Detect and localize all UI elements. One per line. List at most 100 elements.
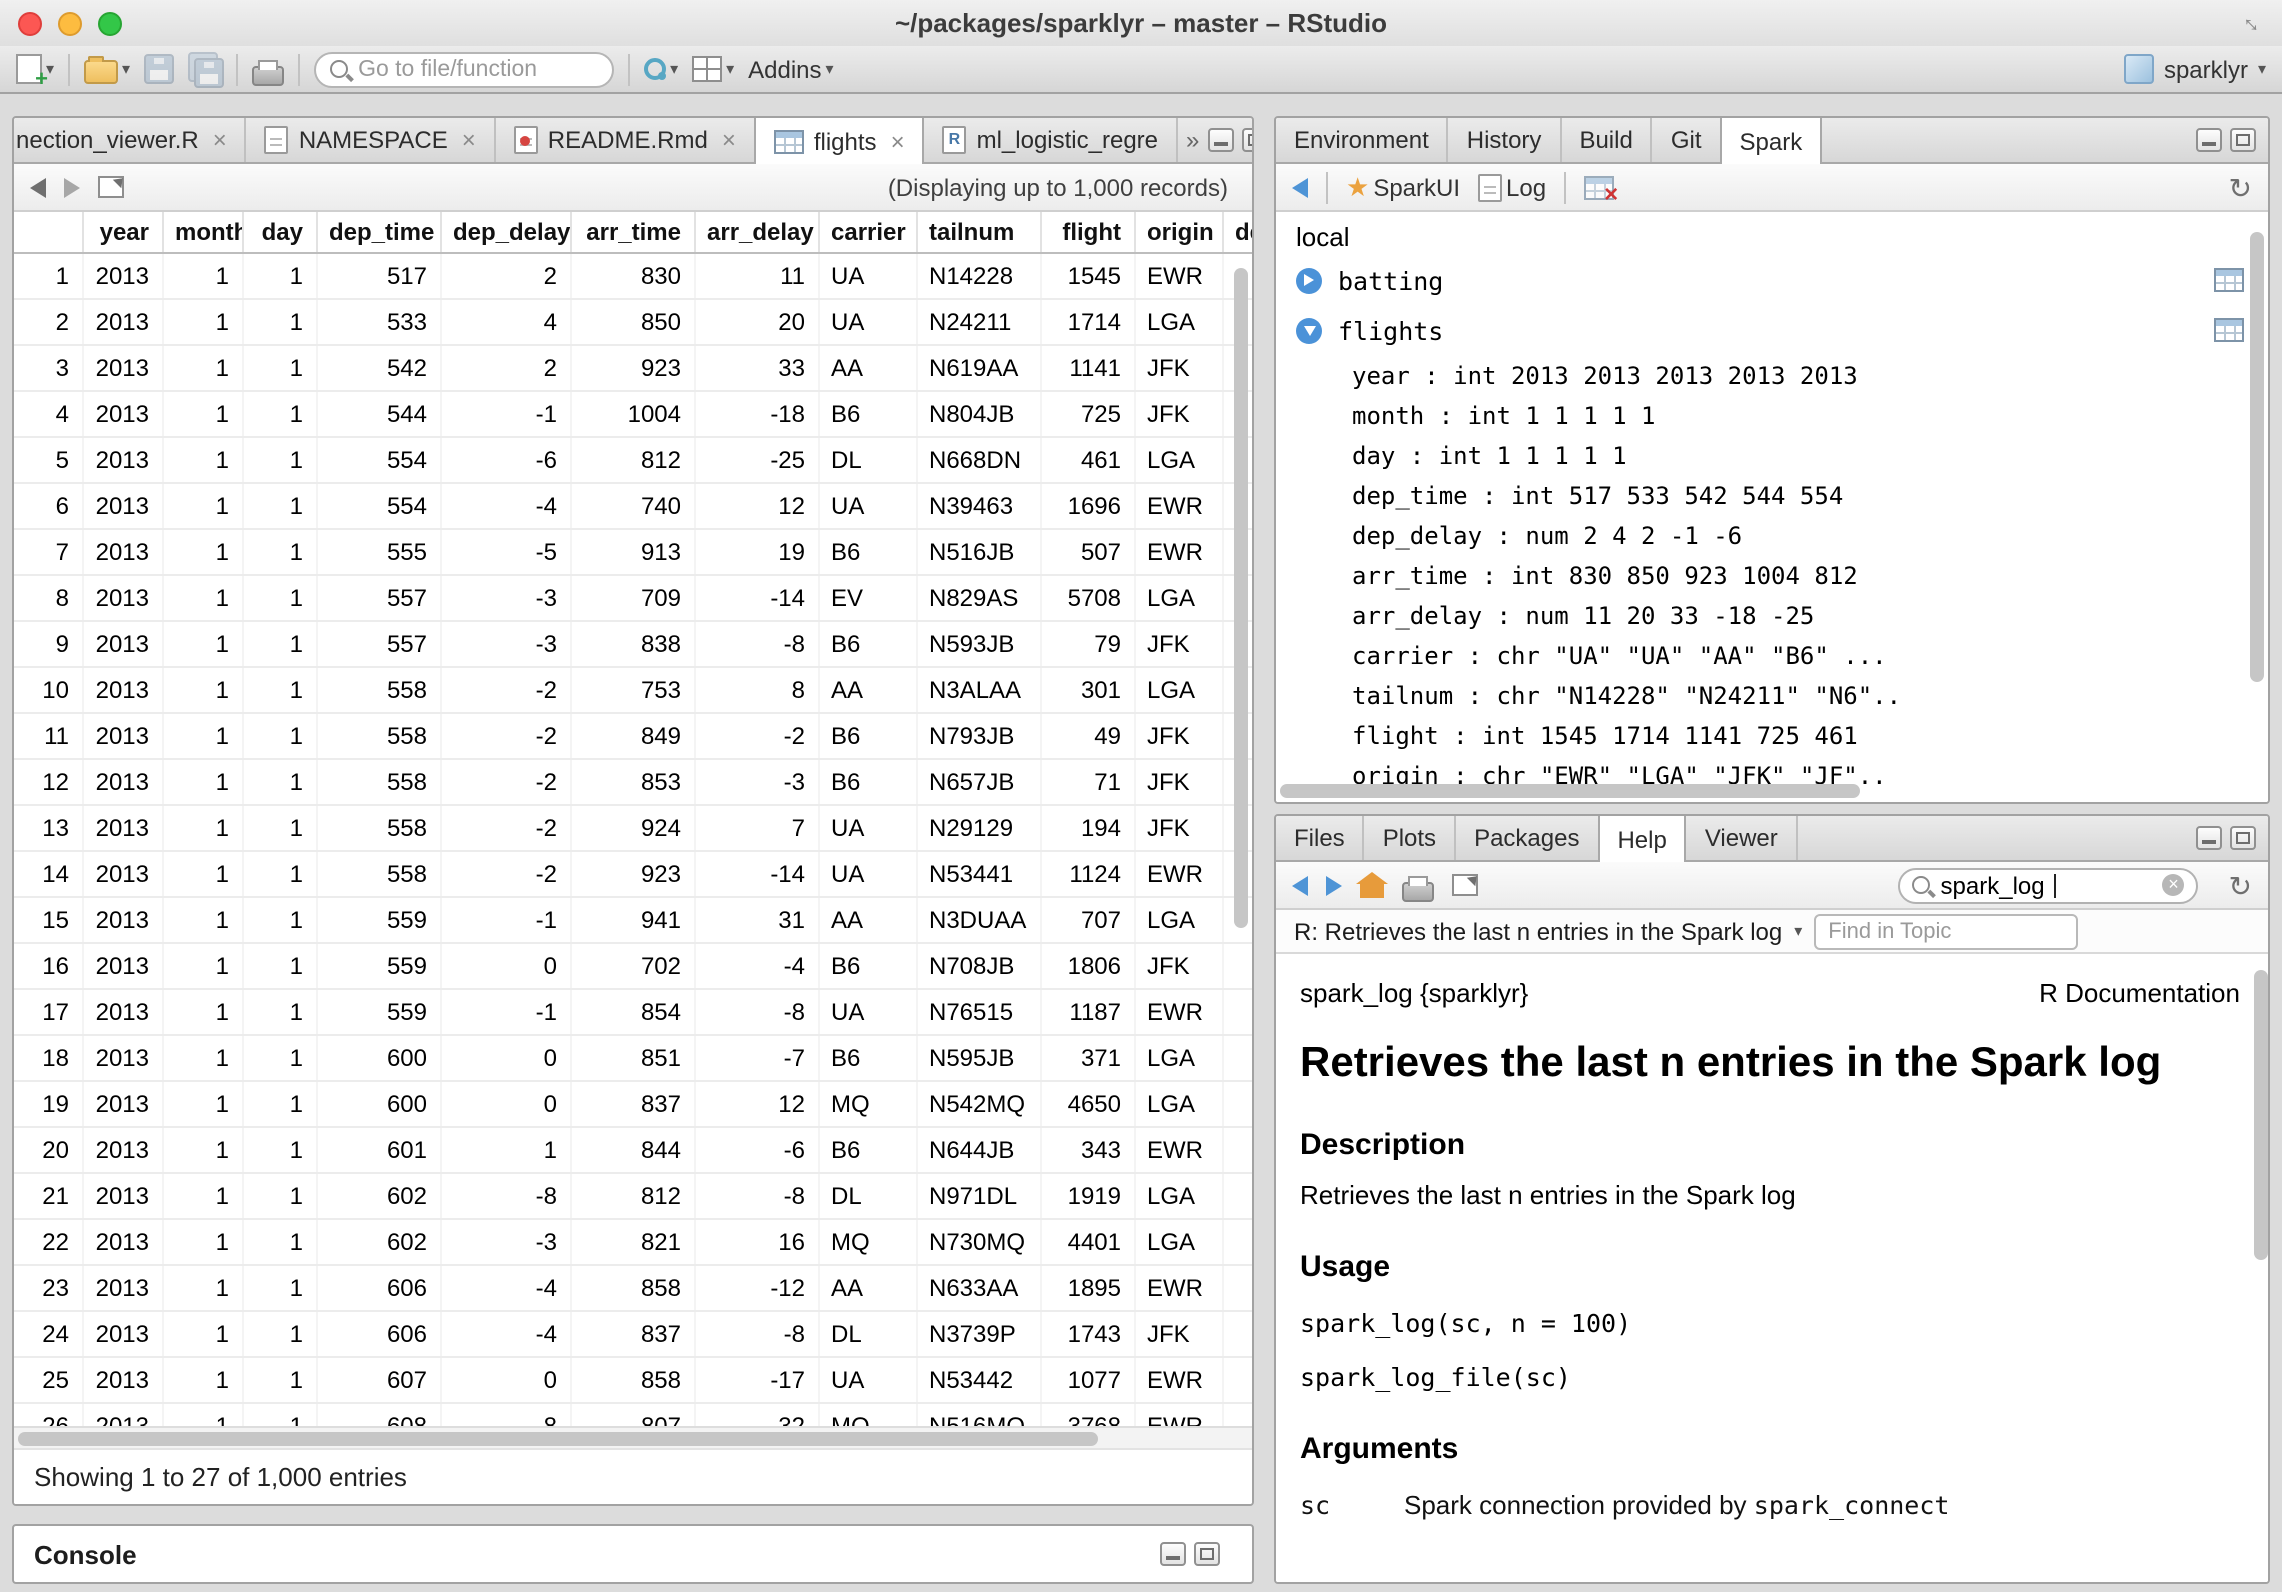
column-header[interactable]: dep_delay: [440, 212, 570, 253]
close-icon[interactable]: ×: [213, 128, 227, 152]
version-control-button[interactable]: ▾: [644, 58, 678, 80]
view-table-icon[interactable]: [2214, 318, 2244, 342]
close-icon[interactable]: ×: [722, 128, 736, 152]
vertical-scrollbar[interactable]: [1234, 268, 1248, 928]
table-cell: -8: [694, 621, 818, 667]
open-in-new-window-icon[interactable]: [98, 176, 124, 198]
column-header[interactable]: dep_time: [316, 212, 440, 253]
row-number-cell: 11: [14, 713, 82, 759]
maximize-pane-icon[interactable]: [2230, 128, 2256, 152]
column-header[interactable]: flight: [1040, 212, 1134, 253]
vertical-scrollbar[interactable]: [2254, 970, 2268, 1260]
clear-search-icon[interactable]: ×: [2163, 874, 2185, 896]
save-button[interactable]: [144, 54, 174, 84]
open-file-button[interactable]: ▾: [84, 55, 130, 83]
print-button[interactable]: [252, 65, 284, 85]
table-cell: 1: [162, 253, 242, 299]
table-row: 14201311558-2923-14UAN534411124EWR: [14, 851, 1252, 897]
back-icon[interactable]: [1292, 177, 1308, 197]
column-header[interactable]: arr_time: [570, 212, 694, 253]
minimize-pane-icon[interactable]: [2196, 128, 2222, 152]
maximize-pane-icon[interactable]: [1241, 128, 1254, 152]
refresh-icon[interactable]: ↻: [2229, 871, 2252, 899]
horizontal-scrollbar[interactable]: [1280, 784, 1860, 798]
tab-viewer[interactable]: Viewer: [1687, 816, 1798, 860]
table-cell: 854: [570, 989, 694, 1035]
print-icon[interactable]: [1402, 881, 1434, 901]
goto-file-input[interactable]: Go to file/function: [314, 51, 614, 87]
back-icon[interactable]: [1292, 875, 1308, 895]
view-table-icon[interactable]: [2214, 268, 2244, 292]
tab-history[interactable]: History: [1449, 118, 1562, 162]
tab-flights[interactable]: flights ×: [756, 118, 925, 164]
table-cell: B6: [818, 621, 916, 667]
row-number-cell: 21: [14, 1173, 82, 1219]
console-header[interactable]: Console: [14, 1526, 1252, 1582]
column-header[interactable]: year: [82, 212, 162, 253]
table-cell: JFK: [1134, 345, 1222, 391]
minimize-pane-icon[interactable]: [1160, 1542, 1186, 1566]
table-cell: N3739P: [916, 1311, 1040, 1357]
project-menu[interactable]: sparklyr ▾: [2124, 54, 2266, 84]
tab-readme[interactable]: README.Rmd ×: [496, 118, 756, 162]
table-cell: 2013: [82, 1127, 162, 1173]
forward-icon[interactable]: [1326, 875, 1342, 895]
spark-object-batting: batting: [1276, 258, 2268, 302]
table-cell: 1696: [1040, 483, 1134, 529]
open-in-new-window-icon[interactable]: [1452, 874, 1478, 896]
help-topic-selector[interactable]: R: Retrieves the last n entries in the S…: [1294, 917, 1782, 945]
column-header[interactable]: de: [1222, 212, 1252, 253]
tab-spark[interactable]: Spark: [1722, 118, 1823, 164]
maximize-pane-icon[interactable]: [1194, 1542, 1220, 1566]
column-header[interactable]: tailnum: [916, 212, 1040, 253]
row-number-cell: 9: [14, 621, 82, 667]
tab-ml-logistic[interactable]: ml_logistic_regre: [925, 118, 1178, 162]
save-all-button[interactable]: [188, 52, 222, 86]
tab-environment[interactable]: Environment: [1276, 118, 1449, 162]
project-cube-icon: [2124, 54, 2154, 84]
close-icon[interactable]: ×: [891, 129, 905, 153]
column-header[interactable]: month: [162, 212, 242, 253]
forward-icon[interactable]: [64, 177, 80, 197]
tab-help[interactable]: Help: [1599, 816, 1686, 862]
pane-layout-button[interactable]: ▾: [692, 56, 734, 82]
table-cell: EWR: [1134, 483, 1222, 529]
tab-git[interactable]: Git: [1653, 118, 1722, 162]
maximize-pane-icon[interactable]: [2230, 826, 2256, 850]
tab-plots[interactable]: Plots: [1365, 816, 1456, 860]
column-header[interactable]: carrier: [818, 212, 916, 253]
object-name[interactable]: flights: [1338, 315, 1443, 345]
tab-namespace[interactable]: NAMESPACE ×: [247, 118, 496, 162]
tab-build[interactable]: Build: [1561, 118, 1652, 162]
back-icon[interactable]: [30, 177, 46, 197]
collapse-icon[interactable]: [1296, 317, 1322, 343]
tab-connection-viewer[interactable]: nection_viewer.R ×: [14, 118, 247, 162]
disconnect-button[interactable]: ×: [1584, 174, 1616, 200]
addins-menu[interactable]: Addins ▾: [748, 55, 833, 83]
tab-files[interactable]: Files: [1276, 816, 1365, 860]
refresh-icon[interactable]: ↻: [2229, 173, 2252, 201]
tab-packages[interactable]: Packages: [1456, 816, 1599, 860]
find-in-topic-input[interactable]: [1814, 913, 2078, 949]
column-header[interactable]: arr_delay: [694, 212, 818, 253]
table-cell: -8: [694, 989, 818, 1035]
column-header[interactable]: day: [242, 212, 316, 253]
sparkui-button[interactable]: ★ SparkUI: [1346, 173, 1460, 201]
horizontal-scrollbar[interactable]: [18, 1432, 1098, 1446]
table-cell: 8: [440, 1403, 570, 1428]
triangle-down-icon: [1303, 325, 1315, 341]
vertical-scrollbar[interactable]: [2250, 232, 2264, 682]
column-header[interactable]: origin: [1134, 212, 1222, 253]
minimize-pane-icon[interactable]: [1207, 128, 1233, 152]
close-icon[interactable]: ×: [462, 128, 476, 152]
chevron-down-icon[interactable]: ▾: [1794, 923, 1802, 939]
object-name[interactable]: batting: [1338, 265, 1443, 295]
help-search-input[interactable]: spark_log ×: [1899, 867, 2199, 903]
new-file-button[interactable]: ▾: [16, 54, 54, 84]
table-cell: EWR: [1134, 1265, 1222, 1311]
tab-overflow-icon[interactable]: »: [1178, 126, 1207, 154]
home-icon[interactable]: [1360, 884, 1384, 898]
minimize-pane-icon[interactable]: [2196, 826, 2222, 850]
expand-icon[interactable]: [1296, 267, 1322, 293]
log-button[interactable]: Log: [1478, 173, 1546, 201]
